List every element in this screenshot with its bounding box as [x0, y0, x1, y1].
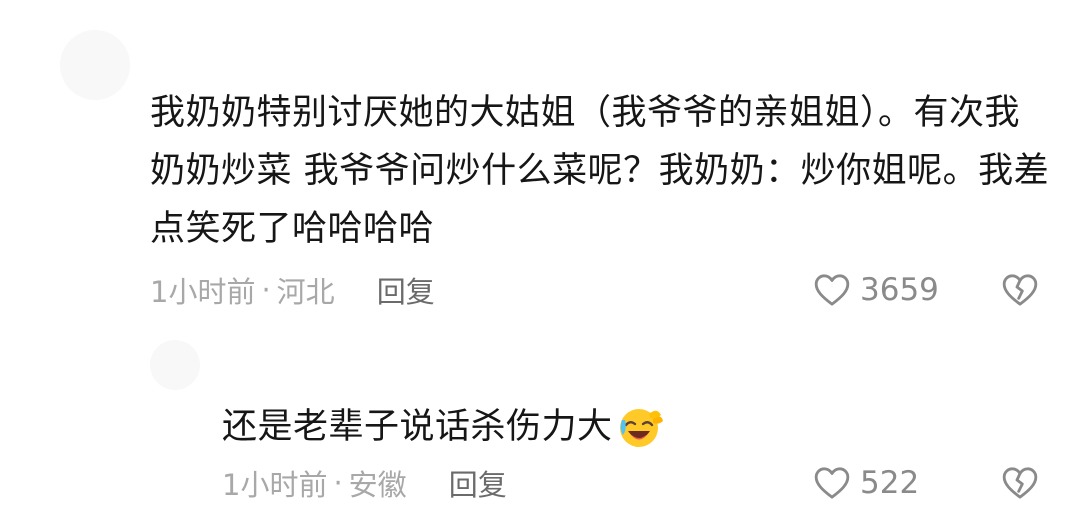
- comment-item: 我奶奶特别讨厌她的大姑姐（我爷爷的亲姐姐）。有次我奶奶炒菜 我爷爷问炒什么菜呢？…: [150, 84, 1050, 258]
- reply-text: 还是老辈子说话杀伤力大: [222, 407, 613, 447]
- reply-time: 1小时前: [222, 468, 328, 502]
- like-count: 3659: [860, 272, 939, 308]
- broken-heart-icon: [1002, 274, 1038, 306]
- dislike-button[interactable]: [1000, 270, 1040, 310]
- heart-outline-icon: [814, 467, 850, 499]
- comment-time: 1小时前: [150, 275, 256, 309]
- like-count: 522: [860, 465, 920, 501]
- comment-region: 河北: [276, 275, 335, 309]
- commenter-avatar[interactable]: [60, 30, 130, 100]
- reply-button[interactable]: 回复: [377, 269, 435, 311]
- reply-button[interactable]: 回复: [449, 462, 507, 504]
- comment-text: 我奶奶特别讨厌她的大姑姐（我爷爷的亲姐姐）。有次我奶奶炒菜 我爷爷问炒什么菜呢？…: [150, 93, 1050, 249]
- comment-meta: 1小时前 · 河北 回复 3659: [150, 270, 1040, 310]
- replier-avatar[interactable]: [150, 340, 200, 390]
- reply-region: 安徽: [348, 468, 407, 502]
- like-button[interactable]: 522: [812, 463, 942, 503]
- dislike-button[interactable]: [1000, 463, 1040, 503]
- like-button[interactable]: 3659: [812, 270, 942, 310]
- broken-heart-icon: [1002, 467, 1038, 499]
- reply-item: 还是老辈子说话杀伤力大: [222, 398, 1050, 456]
- laughing-crying-emoji-icon: [619, 409, 663, 447]
- heart-outline-icon: [814, 274, 850, 306]
- meta-separator: ·: [261, 273, 271, 307]
- reply-meta: 1小时前 · 安徽 回复 522: [222, 463, 1040, 503]
- meta-separator: ·: [333, 466, 343, 500]
